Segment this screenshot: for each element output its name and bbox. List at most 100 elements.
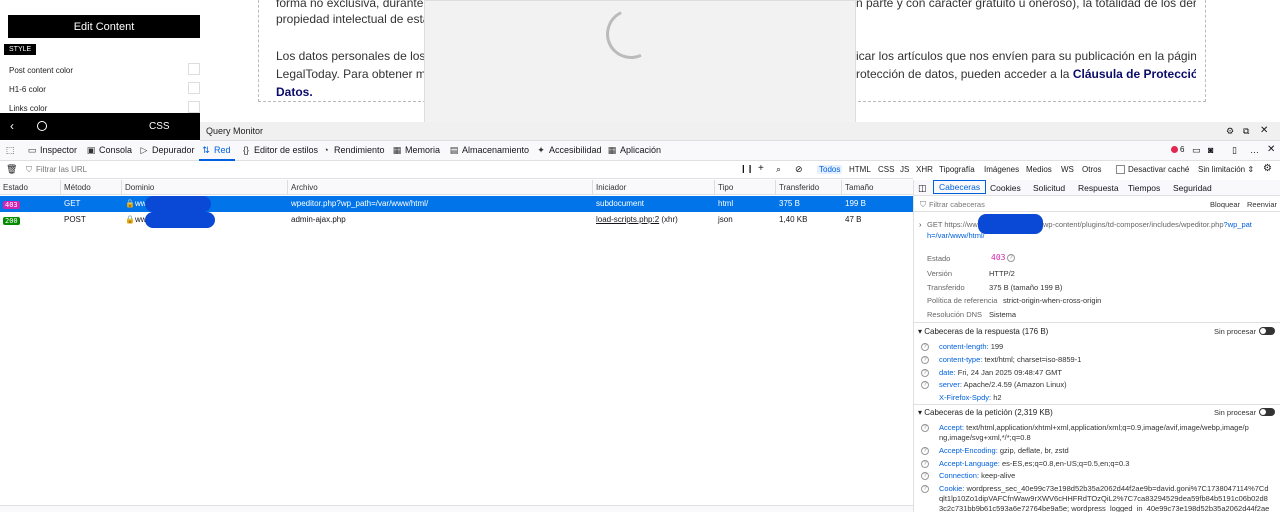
disable-cache-checkbox[interactable] [1116,165,1125,174]
response-headers-toggle[interactable]: ▾ Cabeceras de la respuesta (176 B) [918,327,1048,336]
circle-icon[interactable] [37,121,47,131]
tab-inspector[interactable]: ▭ Inspector [27,145,77,155]
tab-memory[interactable]: ▦ Memoria [392,145,440,155]
tab-cookies[interactable]: Cookies [990,183,1021,193]
devtools-close-icon[interactable]: ✕ [1267,144,1275,155]
col-dominio[interactable]: Dominio [125,183,154,192]
error-count[interactable]: 6 [1180,145,1184,154]
more-icon[interactable]: … [1250,145,1259,155]
help-icon[interactable]: ? [921,472,929,480]
tab-solicitud[interactable]: Solicitud [1033,183,1065,193]
col-transferido[interactable]: Transferido [779,183,819,192]
throttle-select[interactable]: Sin limitación ⇕ [1198,165,1254,174]
tab-tiempos[interactable]: Tiempos [1128,183,1160,193]
table-row[interactable]: 403 GET 🔒 ww wpeditor.php?wp_path=/var/w… [0,196,913,212]
tab-style-editor[interactable]: {} Editor de estilos [241,145,318,155]
raw-toggle-switch[interactable] [1259,408,1275,416]
initiator-link[interactable]: load-scripts.php:2 [596,215,659,224]
data-protection-link[interactable]: Cláusula de Protección de [1073,67,1196,81]
col-iniciador[interactable]: Iniciador [596,183,626,192]
col-archivo[interactable]: Archivo [291,183,318,192]
post-content-color-swatch[interactable] [188,63,200,75]
filter-type-imagenes[interactable]: Imágenes [984,165,1019,174]
filter-type-js[interactable]: JS [900,165,909,174]
resend-button[interactable]: Reenviar [1247,200,1277,209]
filter-type-css[interactable]: CSS [878,165,894,174]
error-icon[interactable] [1171,146,1178,153]
filter-type-ws[interactable]: WS [1061,165,1074,174]
settings-gear-icon[interactable]: ⚙ [1263,163,1272,174]
expand-chevron-icon[interactable]: › [919,220,922,229]
help-icon[interactable]: ? [921,343,929,351]
filter-type-medios[interactable]: Medios [1026,165,1052,174]
help-icon[interactable]: ? [921,369,929,377]
plus-icon[interactable]: + [758,163,764,174]
help-icon[interactable]: ? [921,424,929,432]
screenshot-icon[interactable]: ◙ [1208,145,1213,155]
help-icon[interactable]: ? [921,460,929,468]
initiator-extra: (xhr) [661,215,678,224]
h1-6-color-swatch[interactable] [188,82,200,94]
tab-debugger[interactable]: ▷ Depurador [139,145,195,155]
sidebar-toggle-icon[interactable]: ◫ [918,183,927,194]
raw-toggle-switch[interactable] [1259,327,1275,335]
editor-bottom-bar: ‹ CSS [0,113,200,140]
accessibility-icon: ✦ [537,145,545,155]
col-estado[interactable]: Estado [3,183,28,192]
col-metodo[interactable]: Método [64,183,91,192]
help-icon[interactable]: ? [921,447,929,455]
links-color-label: Links color [9,104,48,113]
tab-respuesta[interactable]: Respuesta [1078,183,1119,193]
tab-storage[interactable]: ▤ Almacenamiento [449,145,529,155]
summary-label-dns: Resolución DNS [927,310,983,319]
table-row[interactable]: 200 POST 🔒 ww admin-ajax.php load-script… [0,212,913,228]
tab-seguridad[interactable]: Seguridad [1173,183,1212,193]
gear-icon[interactable]: ⚙ [1226,126,1234,137]
filter-type-xhr[interactable]: XHR [916,165,933,174]
filter-type-tipografia[interactable]: Tipografía [939,165,975,174]
col-sep [121,180,122,195]
tab-application[interactable]: ▦ Aplicación [607,145,661,155]
block-icon[interactable]: ⊘ [795,164,803,175]
responsive-icon[interactable]: ▭ [1192,145,1201,156]
method-cell: POST [64,215,86,224]
tab-accessibility[interactable]: ✦ Accesibilidad [536,145,601,155]
filter-url-input[interactable]: Filtrar las URL [36,165,87,174]
popout-icon[interactable]: ⧉ [1243,126,1249,137]
block-button[interactable]: Bloquear [1210,200,1240,209]
css-tab[interactable]: CSS [149,121,170,132]
filter-type-otros[interactable]: Otros [1082,165,1102,174]
close-icon[interactable]: ✕ [1260,125,1268,136]
col-tipo[interactable]: Tipo [718,183,733,192]
help-icon[interactable]: ? [921,485,929,493]
links-color-swatch[interactable] [188,101,200,113]
col-sep [592,180,593,195]
help-icon[interactable]: ? [1007,254,1015,262]
redaction-mark [978,214,1043,234]
back-chevron-icon[interactable]: ‹ [10,119,14,133]
tab-cabeceras[interactable]: Cabeceras [933,180,987,194]
raw-label: Sin procesar [1214,408,1257,417]
trash-icon[interactable]: 🗑 [6,164,17,175]
help-icon[interactable]: ? [921,356,929,364]
filter-type-html[interactable]: HTML [849,165,871,174]
url-method: GET [927,220,943,229]
col-tamano[interactable]: Tamaño [845,183,873,192]
header-value-cont: qlt1lp10Zo1dipVAFCfnWaw9rXWV6cHHFRdTOzQi… [939,494,1268,503]
network-status-bar [0,505,913,512]
tab-performance[interactable]: ◔ Rendimiento [321,145,384,155]
tab-console[interactable]: ▣ Consola [86,145,132,155]
pick-element-icon[interactable]: ⬚ [5,145,15,155]
raw-label: Sin procesar [1214,327,1257,336]
summary-label-transferido: Transferido [927,283,965,292]
filter-headers-input[interactable]: Filtrar cabeceras [929,200,985,209]
query-monitor-title[interactable]: Query Monitor [206,126,263,136]
dock-icon[interactable]: ▯ [1232,145,1237,156]
pause-icon[interactable]: ❙❙ [740,164,753,173]
help-icon[interactable]: ? [921,381,929,389]
edit-content-button[interactable]: Edit Content [8,15,200,38]
filter-type-todos[interactable]: Todos [817,165,843,174]
tab-network[interactable]: ⇅ Red [201,145,230,155]
request-headers-toggle[interactable]: ▾ Cabeceras de la petición (2,319 KB) [918,408,1053,417]
search-icon[interactable]: ⌕ [776,164,781,175]
